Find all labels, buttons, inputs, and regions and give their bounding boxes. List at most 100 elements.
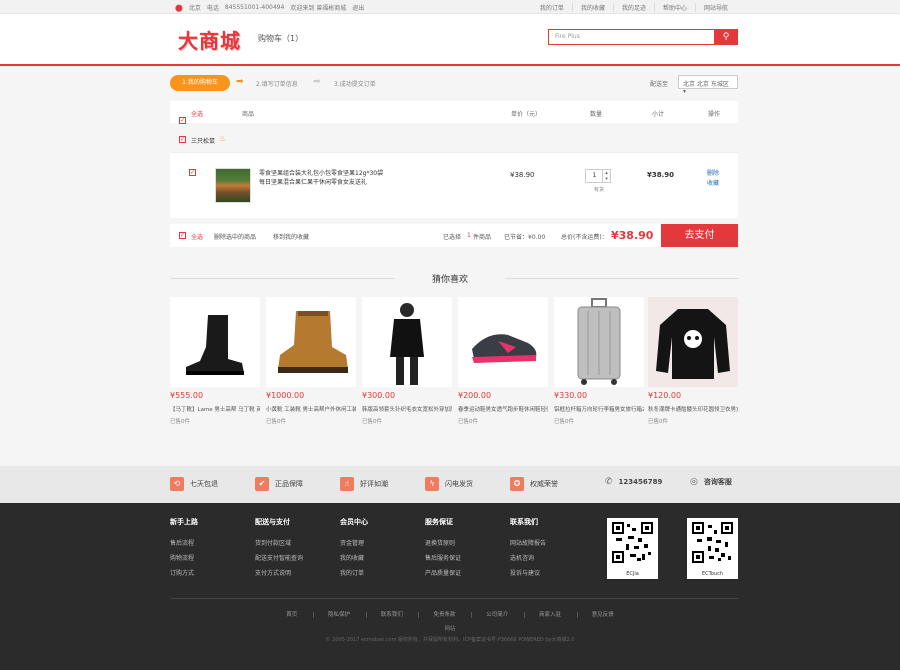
product-sold: 已售0件	[170, 419, 190, 425]
top-link-help[interactable]: 帮助中心	[653, 3, 695, 12]
top-link-orders[interactable]: 我的订单	[532, 3, 572, 12]
footer-bottom-link[interactable]: 首页	[272, 612, 311, 618]
ship-to-select[interactable]: 北京 北京 东城区 ▾	[678, 75, 738, 95]
service-phone: ✆ 123456789	[605, 477, 663, 487]
collect-link[interactable]: 收藏	[707, 179, 719, 189]
item-title[interactable]: 零食坚果组合装大礼包小包零食坚果12g*30袋每日坚果混合果仁果干休闲零食女友送…	[259, 169, 387, 187]
footer-link[interactable]: 退换货原则	[425, 538, 461, 547]
location-label[interactable]: 北京	[189, 3, 201, 12]
footer-link[interactable]: 配送支付智能查询	[255, 553, 303, 562]
search-input[interactable]: Fire Plus	[555, 33, 580, 40]
product-sold: 已售0件	[554, 419, 574, 425]
product-sold: 已售0件	[458, 419, 478, 425]
phone-icon: ✆	[605, 477, 613, 487]
site-map-link[interactable]: 网站	[0, 624, 900, 632]
service-item: ☝ 好评如潮	[340, 477, 388, 491]
consult-service[interactable]: ◎ 咨询客服	[690, 477, 732, 487]
product-price: ¥555.00	[170, 391, 204, 400]
step-submit: 3.成功提交订单	[334, 81, 376, 88]
product-sold: 已售0件	[266, 419, 286, 425]
header-subtotal: 小计	[652, 111, 665, 118]
footer-bottom-link[interactable]: 免责条款	[418, 612, 470, 618]
shop-name[interactable]: 三只松鼠	[191, 136, 215, 145]
footer-link[interactable]: 资金管理	[340, 538, 368, 547]
quantity-value[interactable]: 1	[586, 170, 603, 182]
search-button[interactable]: ⚲	[714, 29, 738, 45]
header-price: 单价（元）	[511, 111, 542, 118]
product-image[interactable]	[266, 297, 356, 387]
move-to-collect-link[interactable]: 移到我的收藏	[273, 232, 309, 241]
search-box[interactable]: Fire Plus ⚲	[548, 29, 738, 45]
delete-selected-link[interactable]: 删除选中的商品	[214, 232, 256, 241]
product-name[interactable]: 【马丁靴】Lame 男士高帮 马丁靴 英伦风	[170, 405, 260, 413]
top-link-sitenav[interactable]: 网站导航	[694, 3, 736, 12]
item-checkbox[interactable]: ✓	[189, 169, 196, 176]
footer-bottom-link[interactable]: 联系我们	[365, 612, 417, 618]
product-price: ¥120.00	[648, 391, 682, 400]
footer-bottom-link[interactable]: 公司简介	[471, 612, 523, 618]
footer-link[interactable]: 我的订单	[340, 568, 368, 577]
footer-bottom-link[interactable]: 商家入驻	[524, 612, 576, 618]
phone-number: 845551001-400494	[224, 4, 285, 11]
product-name[interactable]: 小黄靴 工装靴 男士高帮户外休闲工装鞋	[266, 405, 356, 413]
footer-bottom-link[interactable]: 意见反馈	[576, 612, 628, 618]
product-name[interactable]: 铝框拉杆箱万向轮行李箱男女旅行箱24寸	[554, 405, 644, 413]
footer-link[interactable]: 售后服务保证	[425, 553, 461, 562]
footer-column: 服务保证 退换货原则 售后服务保证 产品质量保证	[425, 518, 462, 577]
product-image[interactable]	[648, 297, 738, 387]
footer-bottom-link[interactable]: 隐私保护	[312, 612, 364, 618]
top-link-history[interactable]: 我的足迹	[612, 3, 654, 12]
step-cart: 1.我的购物车	[170, 75, 230, 91]
footer-link[interactable]: 售后流程	[170, 538, 198, 547]
footer-select-all-checkbox[interactable]: ✓	[179, 232, 186, 239]
product-name[interactable]: 韩版高领套头针织毛衣女宽松外穿加厚	[362, 405, 452, 413]
quantity-arrows[interactable]: ▴ ▾	[602, 170, 610, 182]
product-card[interactable]: ¥1000.00 小黄靴 工装靴 男士高帮户外休闲工装鞋 已售0件	[266, 297, 356, 432]
total-price: ¥38.90	[611, 229, 654, 242]
product-price: ¥330.00	[554, 391, 588, 400]
footer-link[interactable]: 订购方式	[170, 568, 198, 577]
product-sold: 已售0件	[362, 419, 382, 425]
service-bar: ⟲ 七天包退 ✔ 正品保障 ☝ 好评如潮 ϟ 闪电发货 ✪ 权威荣誉 ✆ 123456789…	[0, 466, 900, 503]
item-price: ¥38.90	[510, 171, 535, 179]
product-card[interactable]: ¥555.00 【马丁靴】Lame 男士高帮 马丁靴 英伦风 已售0件	[170, 297, 260, 432]
pay-button[interactable]: 去支付	[661, 224, 738, 247]
header-ops: 操作	[708, 111, 721, 118]
footer-link[interactable]: 支付方式说明	[255, 568, 303, 577]
item-thumbnail[interactable]	[215, 168, 251, 203]
lightning-icon: ϟ	[425, 477, 439, 491]
footer-link[interactable]: 货到付款区域	[255, 538, 303, 547]
footer-link[interactable]: 投诉与建议	[510, 568, 546, 577]
footer-link[interactable]: 我的收藏	[340, 553, 368, 562]
qr-caption: ECTouch	[701, 571, 723, 577]
product-name[interactable]: 秋冬潮牌卡通骷髅头印花圆领卫衣男女	[648, 405, 738, 413]
chevron-down-icon[interactable]: ▾	[605, 176, 608, 182]
header: 大商城 购物车（1） Fire Plus ⚲	[0, 14, 900, 66]
delete-link[interactable]: 删除	[707, 169, 719, 179]
product-name[interactable]: 春季运动鞋男女透气跑步鞋休闲鞋轻便	[458, 405, 548, 413]
select-all-label[interactable]: 全选	[191, 109, 203, 118]
footer-link[interactable]: 选机咨询	[510, 553, 546, 562]
product-image[interactable]	[170, 297, 260, 387]
product-card[interactable]: ¥200.00 春季运动鞋男女透气跑步鞋休闲鞋轻便 已售0件	[458, 297, 548, 432]
product-card[interactable]: ¥120.00 秋冬潮牌卡通骷髅头印花圆领卫衣男女 已售0件	[648, 297, 738, 432]
product-image[interactable]	[554, 297, 644, 387]
top-link-favorites[interactable]: 我的收藏	[571, 3, 613, 12]
footer-link[interactable]: 网站故障报告	[510, 538, 546, 547]
product-image[interactable]	[362, 297, 452, 387]
item-ops: 删除 收藏	[707, 169, 719, 189]
logout-link[interactable]: 退出	[352, 3, 364, 12]
product-card[interactable]: ¥300.00 韩版高领套头针织毛衣女宽松外穿加厚 已售0件	[362, 297, 452, 432]
checkout-steps: 1.我的购物车 ➡ 2.填写订单信息 ➡ 3.成功提交订单 配送至 北京 北京 …	[170, 75, 738, 95]
product-image[interactable]	[458, 297, 548, 387]
footer-select-all-label[interactable]: 全选	[191, 232, 203, 241]
work-boot-image	[278, 311, 348, 373]
footer-link[interactable]: 购物流程	[170, 553, 198, 562]
product-card[interactable]: ¥330.00 铝框拉杆箱万向轮行李箱男女旅行箱24寸 已售0件	[554, 297, 644, 432]
flame-icon: ♨	[219, 134, 227, 143]
quantity-stepper[interactable]: 1 ▴ ▾	[585, 169, 611, 183]
site-logo[interactable]: 大商城	[178, 25, 241, 54]
shop-checkbox[interactable]: ✓	[179, 136, 186, 143]
footer-link[interactable]: 产品质量保证	[425, 568, 461, 577]
location-pin-icon: ⬤	[175, 3, 183, 12]
